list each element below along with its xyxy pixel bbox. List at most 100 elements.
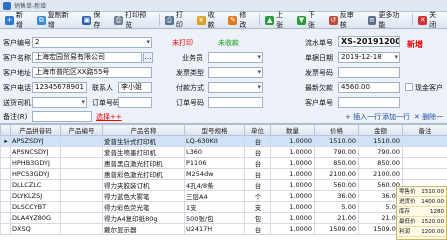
table-cell[interactable] <box>60 223 103 235</box>
close-button[interactable]: ✕ 关闭 <box>415 11 446 29</box>
table-cell[interactable]: HPCS3GDYJ <box>10 168 61 180</box>
table-cell[interactable]: 得力A4复印纸80g <box>102 212 185 224</box>
column-header[interactable]: 产品拼音码 <box>10 124 61 136</box>
insert-row-link[interactable]: + 插入一行 <box>345 112 381 122</box>
print-button[interactable]: ⎙ 打印 <box>162 11 193 29</box>
column-header[interactable]: 型号规格 <box>184 124 245 136</box>
table-cell[interactable] <box>60 157 103 169</box>
table-cell[interactable]: P1106 <box>184 157 245 169</box>
cash-customer-checkbox[interactable] <box>405 83 413 91</box>
table-cell[interactable]: 1.0000 <box>270 135 315 147</box>
tracking-field[interactable] <box>118 97 152 108</box>
table-cell[interactable]: 1510.00 <box>358 135 403 147</box>
table-row[interactable]: DLLCZLC 得力夹胶装订机 4孔4/8条台 1.0000 560.00 560.00 <box>0 179 447 191</box>
table-row[interactable]: DXSQ 戴尔显示器 U2417H 台 1.0000 1509.00 1509.00 <box>0 223 447 235</box>
table-cell[interactable]: APSZSDYJ <box>10 135 61 147</box>
copy-add-button[interactable]: ⧉ 复制新增 <box>34 11 79 29</box>
save-button[interactable]: ▣ 保存 <box>79 11 110 29</box>
table-row[interactable]: DLSCCYBT 得力彩色荧光笔 1支支 1.0000 5.00 5.00 <box>0 201 447 213</box>
table-cell[interactable]: 850.00 <box>358 157 403 169</box>
table-cell[interactable]: 36.00 <box>314 190 359 202</box>
table-row[interactable]: ▸ APSZSDYJ 爱普生针式打印机 LQ-630KII 台 1.0000 1510.00… <box>0 135 447 147</box>
customer-lookup-button[interactable]: … <box>143 52 153 63</box>
table-cell[interactable]: 三层A4 <box>184 190 245 202</box>
table-cell[interactable]: APSNCSDYJ <box>10 146 61 158</box>
table-cell[interactable]: M254dw <box>184 168 245 180</box>
customer-order-field[interactable] <box>338 97 400 108</box>
table-cell[interactable] <box>60 212 103 224</box>
contact-field[interactable]: 李小姐 <box>118 82 152 93</box>
prev-button[interactable]: ▲ 上张 <box>262 11 293 29</box>
order-no-field[interactable] <box>208 97 263 108</box>
next-button[interactable]: ▼ 下张 <box>294 11 325 29</box>
add-button[interactable]: + 新增 <box>2 11 33 29</box>
table-cell[interactable]: DLLCZLC <box>10 179 61 191</box>
table-cell[interactable]: 1.0000 <box>270 190 315 202</box>
table-cell[interactable]: 560.00 <box>314 179 359 191</box>
table-row[interactable]: HPHB3GDYJ 惠普黑白激光打印机 P1106 台 1.0000 850.00 850.… <box>0 157 447 169</box>
table-cell[interactable]: 台 <box>244 179 271 191</box>
serial-no-field[interactable]: XS-201912007 <box>338 36 400 47</box>
table-cell[interactable]: 21.00 <box>314 212 359 224</box>
table-cell[interactable]: 1.0000 <box>270 212 315 224</box>
table-cell[interactable]: 4孔4/8条 <box>184 179 245 191</box>
print-preview-button[interactable]: ⎙ 打印预览 <box>111 11 156 29</box>
table-cell[interactable]: 台 <box>244 146 271 158</box>
more-button[interactable]: ≡ 更多功能 <box>365 11 410 29</box>
date-field[interactable]: 2019-12-18 <box>338 52 400 63</box>
salesman-select[interactable] <box>208 52 263 63</box>
customer-name-field[interactable]: 上海宏园贸易有限公司 <box>32 52 142 63</box>
invoice-no-field[interactable] <box>338 67 400 78</box>
latest-amount-field[interactable]: 4560.00 <box>338 82 400 93</box>
table-cell[interactable] <box>402 146 447 158</box>
customer-no-field[interactable]: 2 <box>32 37 152 48</box>
table-cell[interactable]: 得力彩色荧光笔 <box>102 201 185 213</box>
collect-button[interactable]: ¥ 收款 <box>194 11 225 29</box>
table-cell[interactable]: 惠普黑白激光打印机 <box>102 157 185 169</box>
table-cell[interactable] <box>60 179 103 191</box>
table-row[interactable]: APSNCSDYJ 爱普生喷墨打印机 L360 台 1.0000 790.00 790.00 <box>0 146 447 158</box>
pay-method-select[interactable] <box>208 82 263 93</box>
table-cell[interactable]: 台 <box>244 157 271 169</box>
column-header[interactable]: 备注 <box>402 124 447 136</box>
table-cell[interactable]: 惠普彩色激光打印机 <box>102 168 185 180</box>
modify-button[interactable]: ✎ 修改 <box>225 11 256 29</box>
column-header[interactable]: 单位 <box>244 124 271 136</box>
remark-field[interactable] <box>32 111 92 122</box>
invoice-type-select[interactable] <box>208 67 263 78</box>
table-cell[interactable]: 1.0000 <box>270 223 315 235</box>
table-cell[interactable] <box>60 190 103 202</box>
table-cell[interactable]: 台 <box>244 168 271 180</box>
address-field[interactable]: 上海市普陀区XX路55号 <box>32 67 152 78</box>
table-row[interactable]: DLYKLZSJ 得力蓝色大雾笔 三层A4 个 1.0000 36.00 36.00 <box>0 190 447 202</box>
table-cell[interactable]: 2100.00 <box>358 168 403 180</box>
table-cell[interactable]: 爱普生喷墨打印机 <box>102 146 185 158</box>
column-header[interactable]: 价格 <box>314 124 359 136</box>
table-cell[interactable] <box>60 168 103 180</box>
table-cell[interactable]: 爱普生针式打印机 <box>102 135 185 147</box>
column-header[interactable]: 金额 <box>358 124 403 136</box>
table-cell[interactable]: DLA4YZ80G <box>10 212 61 224</box>
column-header[interactable]: 数量 <box>270 124 315 136</box>
unapprove-button[interactable]: ↺ 反审核 <box>326 11 364 29</box>
table-row[interactable]: HPCS3GDYJ 惠普彩色激光打印机 M254dw 台 1.0000 2100.00 21… <box>0 168 447 180</box>
table-cell[interactable]: U2417H <box>184 223 245 235</box>
table-cell[interactable]: DLSCCYBT <box>10 201 61 213</box>
delivery-select[interactable] <box>32 97 87 108</box>
table-cell[interactable]: 台 <box>244 135 271 147</box>
column-header[interactable]: 产品编号 <box>60 124 103 136</box>
table-cell[interactable]: 1.0000 <box>270 179 315 191</box>
table-cell[interactable] <box>60 146 103 158</box>
table-cell[interactable]: L360 <box>184 146 245 158</box>
table-cell[interactable]: 支 <box>244 201 271 213</box>
table-cell[interactable]: LQ-630KII <box>184 135 245 147</box>
column-header[interactable]: 产品名称 <box>102 124 185 136</box>
table-cell[interactable]: HPHB3GDYJ <box>10 157 61 169</box>
phone-field[interactable]: 12345678901 <box>32 82 87 93</box>
table-cell[interactable] <box>60 135 103 147</box>
table-cell[interactable]: 850.00 <box>314 157 359 169</box>
table-cell[interactable]: 1509.00 <box>314 223 359 235</box>
table-cell[interactable]: 1.0000 <box>270 157 315 169</box>
table-cell[interactable]: 台 <box>244 223 271 235</box>
table-cell[interactable]: 2100.00 <box>314 168 359 180</box>
